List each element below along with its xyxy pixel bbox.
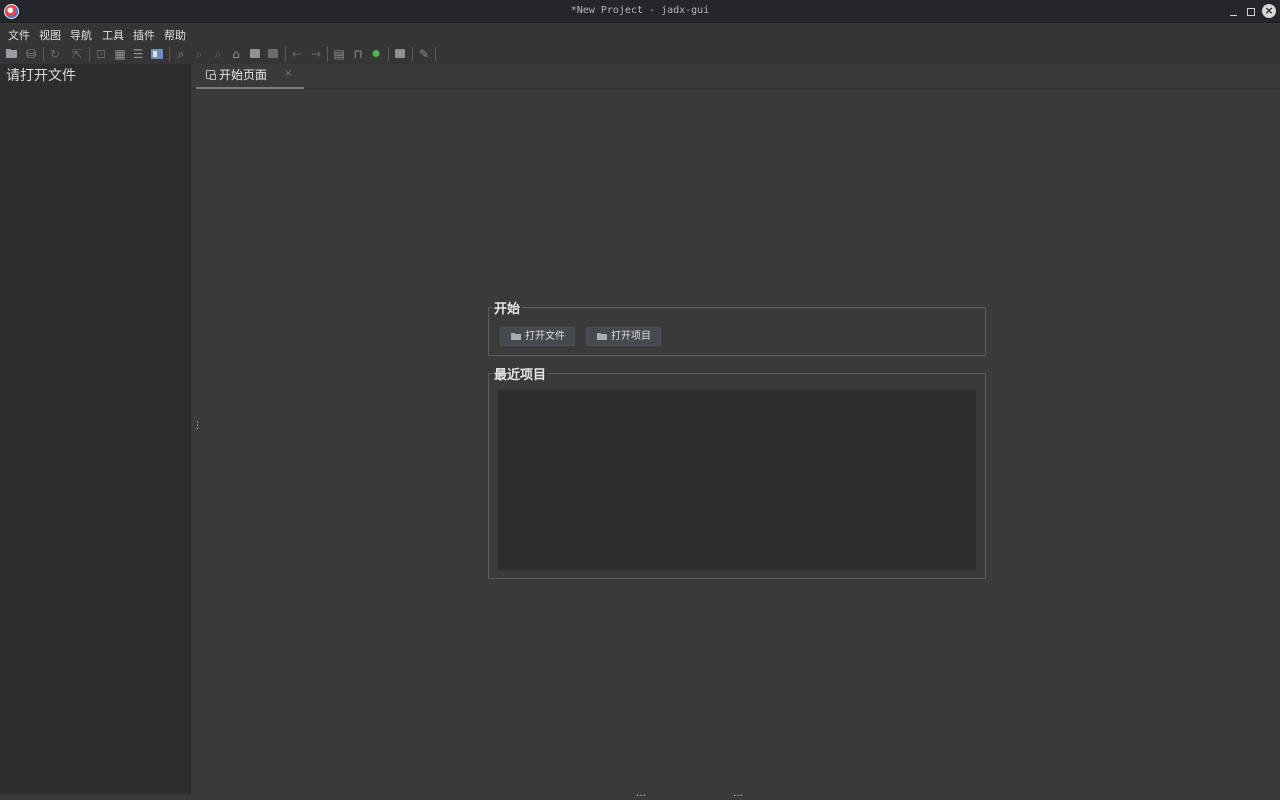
export-icon[interactable]: ⇱ xyxy=(70,47,84,61)
window-title: *New Project - jadx-gui xyxy=(570,5,710,16)
class-search-icon[interactable]: ⌕ xyxy=(192,47,206,61)
open-file-button[interactable]: 打开文件 xyxy=(500,327,575,346)
save-all-icon[interactable]: ⛁ xyxy=(24,47,38,61)
toolbar-separator xyxy=(169,47,170,62)
menu-plugins[interactable]: 插件 xyxy=(131,27,157,43)
debug-icon[interactable]: ✹ xyxy=(369,47,383,61)
open-file-label: 打开文件 xyxy=(525,331,565,342)
open-file-icon[interactable] xyxy=(5,47,19,61)
forward-square-icon[interactable] xyxy=(266,47,280,61)
open-project-button[interactable]: 打开项目 xyxy=(586,327,661,346)
open-project-label: 打开项目 xyxy=(611,331,651,342)
toolbar-separator xyxy=(435,47,436,62)
home-icon[interactable]: ⌂ xyxy=(229,47,243,61)
sync-tree-icon[interactable]: ▦ xyxy=(113,47,127,61)
toolbar-separator xyxy=(89,47,90,62)
decompile-icon[interactable]: ⊡ xyxy=(94,47,108,61)
tab-close-icon[interactable]: × xyxy=(284,68,292,79)
quark-icon[interactable] xyxy=(393,47,407,61)
toolbar-separator xyxy=(388,47,389,62)
start-group: 开始 打开文件 打开项目 xyxy=(488,298,986,356)
back-square-icon[interactable] xyxy=(248,47,262,61)
start-page-icon xyxy=(206,70,216,80)
bottom-splitter-handle-2[interactable]: … xyxy=(733,788,743,799)
menu-file[interactable]: 文件 xyxy=(6,27,32,43)
recent-projects-group: 最近项目 xyxy=(488,364,986,579)
menu-help[interactable]: 帮助 xyxy=(162,27,188,43)
project-tree-panel[interactable]: 请打开文件 xyxy=(0,64,191,794)
minimize-icon[interactable] xyxy=(1228,4,1240,19)
toolbar-separator xyxy=(285,47,286,62)
log-viewer-icon[interactable]: ▤ xyxy=(332,47,346,61)
recent-projects-list[interactable] xyxy=(498,390,976,570)
menu-navigation[interactable]: 导航 xyxy=(68,27,94,43)
forward-arrow-icon[interactable]: → xyxy=(309,47,323,61)
tab-start-page[interactable]: 开始页面 × xyxy=(196,64,304,89)
preferences-icon[interactable]: ✎ xyxy=(417,47,431,61)
close-window-icon[interactable]: × xyxy=(1262,4,1276,18)
menu-view[interactable]: 视图 xyxy=(37,27,63,43)
toolbar-separator xyxy=(43,47,44,62)
menu-tools[interactable]: 工具 xyxy=(100,27,126,43)
splitter-handle[interactable]: ⋮ xyxy=(193,422,202,435)
search-icon[interactable]: ⌕ xyxy=(174,47,188,61)
project-icon xyxy=(597,332,608,341)
menu-bar: 文件 视图 导航 工具 插件 帮助 xyxy=(0,24,1280,44)
toolbar: ⛁ ↻ ⇱ ⊡ ▦ ☰ ⌕ ⌕ ⌕ ⌂ ← → ▤ ⊓ ✹ ✎ xyxy=(0,44,1280,64)
maximize-icon[interactable] xyxy=(1245,4,1257,19)
show-code-icon[interactable] xyxy=(150,47,164,61)
bookmark-icon[interactable]: ⊓ xyxy=(351,47,365,61)
comment-search-icon[interactable]: ⌕ xyxy=(211,47,225,61)
reload-icon[interactable]: ↻ xyxy=(48,47,62,61)
start-group-title: 开始 xyxy=(492,298,523,317)
toolbar-separator xyxy=(327,47,328,62)
bottom-splitter-handle[interactable]: … xyxy=(636,788,646,799)
tab-label: 开始页面 xyxy=(219,68,268,82)
flatten-packages-icon[interactable]: ☰ xyxy=(131,47,145,61)
title-bar: *New Project - jadx-gui × xyxy=(0,0,1280,23)
folder-icon xyxy=(511,332,522,341)
toolbar-separator xyxy=(412,47,413,62)
recent-projects-title: 最近项目 xyxy=(492,364,549,383)
tab-bar: 开始页面 × xyxy=(192,64,1280,89)
back-arrow-icon[interactable]: ← xyxy=(290,47,304,61)
open-file-hint: 请打开文件 xyxy=(6,68,76,84)
